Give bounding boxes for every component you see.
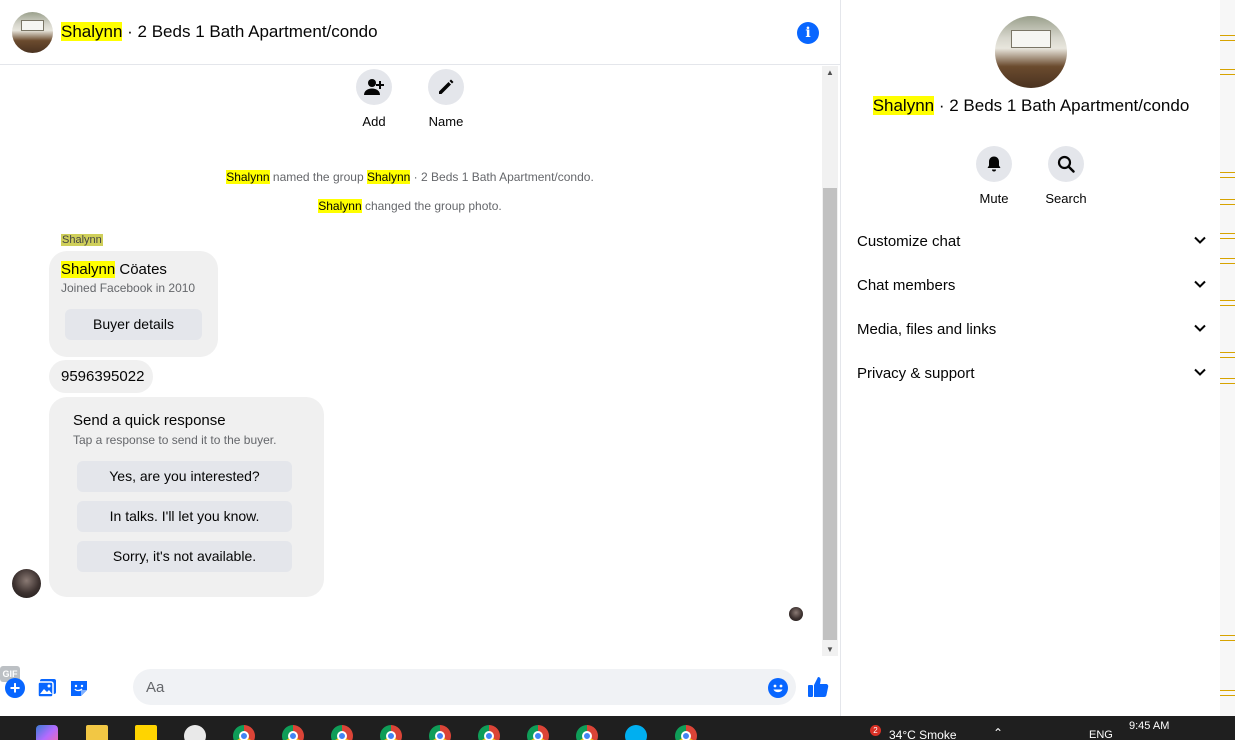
search-label: Search [1045, 191, 1087, 206]
scroll-down-arrow-icon[interactable]: ▼ [826, 645, 834, 654]
search-icon [1048, 146, 1084, 182]
menu-privacy-support[interactable]: Privacy & support [857, 365, 1207, 389]
thumbs-up-icon[interactable] [806, 675, 830, 699]
chrome-icon-active[interactable] [675, 725, 697, 740]
scroll-thumb[interactable] [823, 188, 837, 640]
scroll-up-arrow-icon[interactable]: ▲ [826, 68, 834, 77]
edge-marker [1220, 199, 1235, 205]
add-people-button[interactable]: Add [334, 69, 414, 129]
mute-label: Mute [979, 191, 1009, 206]
chrome-icon[interactable] [380, 725, 402, 740]
name-label: Name [428, 114, 464, 129]
add-person-icon [356, 69, 392, 105]
quick-response-message: Send a quick response Tap a response to … [49, 397, 324, 597]
chevron-down-icon [1194, 368, 1206, 376]
add-label: Add [362, 114, 386, 129]
emoji-icon[interactable] [768, 678, 788, 698]
profile-subtitle: Joined Facebook in 2010 [61, 281, 196, 295]
edge-marker [1220, 378, 1235, 384]
message-composer: + GIF [0, 666, 840, 710]
notification-badge: 2 [870, 725, 881, 736]
menu-chat-members[interactable]: Chat members [857, 277, 1207, 301]
chrome-icon[interactable] [282, 725, 304, 740]
name-group-button[interactable]: Name [406, 69, 486, 129]
file-explorer-icon[interactable] [86, 725, 108, 740]
edge-marker [1220, 258, 1235, 264]
chevron-down-icon [1194, 280, 1206, 288]
window-edge [1220, 0, 1235, 716]
quick-response-option[interactable]: Yes, are you interested? [77, 461, 292, 492]
chat-title[interactable]: Shalynn · 2 Beds 1 Bath Apartment/condo [61, 22, 378, 42]
chevron-up-icon[interactable]: ⌃ [993, 726, 1003, 740]
menu-media-files-links[interactable]: Media, files and links [857, 321, 1207, 345]
windows-taskbar: 2 34°C Smoke ⌃ ENG 9:45 AM [0, 716, 1235, 740]
message-input[interactable] [133, 669, 796, 705]
skype-icon[interactable] [625, 725, 647, 740]
edge-marker [1220, 233, 1235, 239]
weather-text[interactable]: 34°C Smoke [889, 728, 957, 740]
quick-response-title: Send a quick response [73, 412, 226, 429]
edge-marker [1220, 69, 1235, 75]
chrome-icon[interactable] [576, 725, 598, 740]
group-photo[interactable] [995, 16, 1067, 88]
chat-pane: Shalynn · 2 Beds 1 Bath Apartment/condo … [0, 0, 840, 716]
chat-scrollbar[interactable]: ▲ ▼ [822, 66, 838, 656]
photo-icon[interactable] [37, 678, 57, 698]
sender-name: Shalynn [61, 234, 103, 246]
seen-indicator-avatar [789, 607, 803, 621]
menu-customize-chat[interactable]: Customize chat [857, 233, 1207, 257]
edge-marker [1220, 352, 1235, 358]
search-in-chat-button[interactable]: Search [1026, 146, 1106, 206]
system-message-renamed: Shalynn named the group Shalynn · 2 Beds… [226, 170, 594, 184]
quick-response-subtitle: Tap a response to send it to the buyer. [73, 433, 277, 447]
info-group-title: Shalynn · 2 Beds 1 Bath Apartment/condo [872, 96, 1190, 115]
copilot-icon[interactable] [36, 725, 58, 740]
phone-message[interactable]: 9596395022 [49, 360, 153, 393]
profile-card-message: Shalynn Cöates Joined Facebook in 2010 B… [49, 251, 218, 357]
pencil-icon [428, 69, 464, 105]
sender-avatar[interactable] [12, 569, 41, 598]
quick-response-option[interactable]: In talks. I'll let you know. [77, 501, 292, 532]
sticky-notes-icon[interactable] [135, 725, 157, 740]
quick-response-option[interactable]: Sorry, it's not available. [77, 541, 292, 572]
chrome-icon[interactable] [429, 725, 451, 740]
chevron-down-icon [1194, 324, 1206, 332]
profile-name[interactable]: Shalynn Cöates [61, 261, 167, 278]
clock-time[interactable]: 9:45 AM [1129, 720, 1169, 732]
edge-marker [1220, 300, 1235, 306]
mute-button[interactable]: Mute [954, 146, 1034, 206]
group-avatar[interactable] [12, 12, 53, 53]
chrome-icon[interactable] [527, 725, 549, 740]
plus-icon[interactable]: + [5, 678, 25, 698]
chrome-icon[interactable] [478, 725, 500, 740]
sticker-icon[interactable] [69, 678, 89, 698]
chevron-down-icon [1194, 236, 1206, 244]
buyer-details-button[interactable]: Buyer details [65, 309, 202, 340]
chrome-icon[interactable] [331, 725, 353, 740]
edge-marker [1220, 172, 1235, 178]
chat-header: Shalynn · 2 Beds 1 Bath Apartment/condo … [0, 0, 840, 65]
paint-icon[interactable] [184, 725, 206, 740]
info-icon[interactable]: i [797, 22, 819, 44]
chat-info-pane: Shalynn · 2 Beds 1 Bath Apartment/condo … [840, 0, 1220, 716]
edge-marker [1220, 35, 1235, 41]
edge-marker [1220, 690, 1235, 696]
edge-marker [1220, 635, 1235, 641]
system-message-photo-changed: Shalynn changed the group photo. [318, 199, 502, 213]
bell-icon [976, 146, 1012, 182]
language-indicator[interactable]: ENG [1089, 729, 1113, 740]
chrome-icon[interactable] [233, 725, 255, 740]
